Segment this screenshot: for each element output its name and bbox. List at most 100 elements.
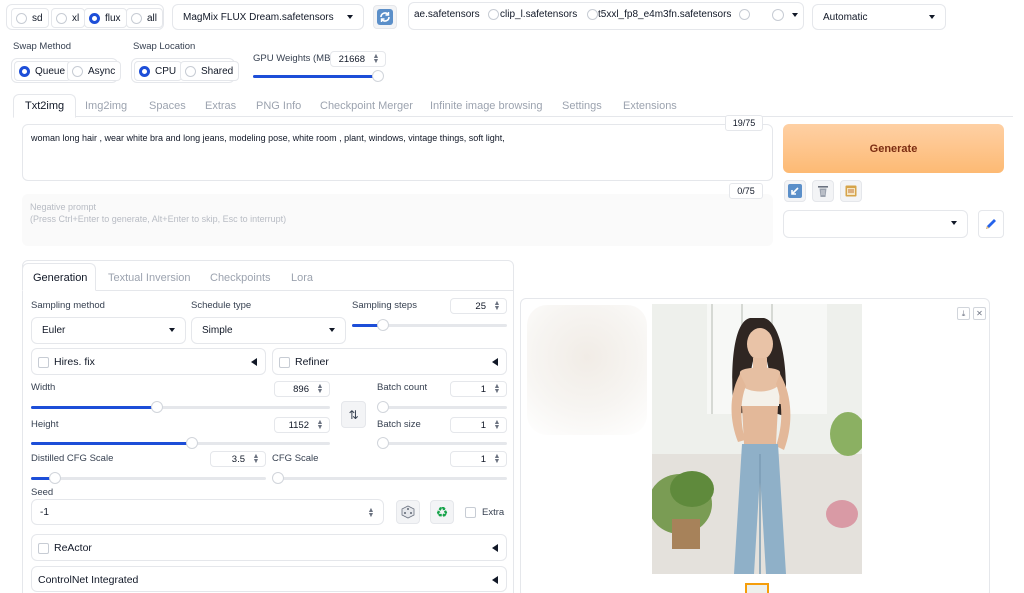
text-encoder-ae[interactable]: ae.safetensors	[414, 5, 504, 23]
tab-txt2img[interactable]: Txt2img	[25, 100, 64, 112]
stepper-icon: ▲ ▼	[372, 53, 380, 65]
swap-method-queue[interactable]: Queue	[14, 61, 72, 81]
cfg-scale-slider[interactable]	[272, 472, 507, 484]
controlnet-accordion[interactable]: ControlNet Integrated	[31, 566, 507, 592]
swap-method-async-label: Async	[88, 65, 116, 77]
clipboard-icon	[845, 185, 857, 197]
styles-button[interactable]	[840, 180, 862, 202]
model-type-xl[interactable]: xl	[51, 8, 86, 28]
model-type-flux[interactable]: flux	[84, 8, 127, 28]
cfg-scale-input[interactable]: 1 ▲ ▼	[450, 451, 507, 467]
batch-size-input[interactable]: 1 ▲ ▼	[450, 417, 507, 433]
close-image-button[interactable]: ✕	[973, 307, 986, 320]
width-slider[interactable]	[31, 401, 330, 413]
seed-label: Seed	[31, 487, 54, 498]
download-image-button[interactable]: ⤓	[957, 307, 970, 320]
refresh-checkpoint-button[interactable]	[373, 5, 397, 29]
vae-mode-value: Automatic	[823, 11, 868, 23]
sampling-steps-slider[interactable]	[352, 319, 507, 331]
clear-prompt-button[interactable]	[812, 180, 834, 202]
chevron-down-icon	[792, 13, 798, 17]
tab-spaces[interactable]: Spaces	[149, 100, 186, 112]
output-preview-blurred	[527, 305, 647, 435]
schedule-type-select[interactable]: Simple	[191, 317, 346, 344]
text-encoder-clip-remove[interactable]	[587, 8, 599, 20]
batch-count-slider[interactable]	[377, 401, 507, 413]
gpu-weights-slider[interactable]	[253, 70, 384, 82]
hires-fix-checkbox[interactable]	[38, 357, 49, 368]
refiner-accordion[interactable]: Refiner	[272, 348, 507, 375]
tab-generation[interactable]: Generation	[33, 272, 87, 284]
reactor-checkbox[interactable]	[38, 543, 49, 554]
dice-icon	[401, 505, 415, 519]
width-value: 896	[293, 383, 309, 395]
paste-params-button[interactable]	[784, 180, 806, 202]
tab-extensions[interactable]: Extensions	[623, 100, 677, 112]
text-encoder-ae-remove[interactable]	[487, 8, 499, 20]
sampling-steps-label: Sampling steps	[352, 300, 417, 311]
model-type-sd[interactable]: sd	[11, 8, 49, 28]
prompt-textarea[interactable]: woman long hair , wear white bra and lon…	[22, 124, 773, 181]
sampling-method-select[interactable]: Euler	[31, 317, 186, 344]
generated-image-photo	[652, 304, 862, 574]
styles-select[interactable]	[783, 210, 968, 238]
refiner-checkbox[interactable]	[279, 357, 290, 368]
swap-method-async[interactable]: Async	[67, 61, 122, 81]
distilled-cfg-slider-knob[interactable]	[48, 472, 61, 484]
width-slider-knob[interactable]	[150, 401, 163, 413]
distilled-cfg-slider[interactable]	[31, 472, 266, 484]
refiner-label: Refiner	[295, 356, 329, 368]
negative-prompt-textarea[interactable]: Negative prompt (Press Ctrl+Enter to gen…	[22, 194, 773, 246]
height-slider[interactable]	[31, 437, 330, 449]
height-input[interactable]: 1152 ▲ ▼	[274, 417, 330, 433]
generate-button[interactable]: Generate	[783, 124, 1004, 173]
width-input[interactable]: 896 ▲ ▼	[274, 381, 330, 397]
batch-count-slider-knob[interactable]	[377, 401, 389, 413]
swap-location-cpu[interactable]: CPU	[134, 61, 183, 81]
text-encoder-clip-label: clip_l.safetensors	[500, 8, 578, 20]
edit-styles-button[interactable]	[978, 210, 1004, 238]
text-encoder-t5[interactable]: t5xxl_fp8_e4m3fn.safetensors	[598, 5, 756, 23]
reuse-seed-button[interactable]: ♻	[430, 500, 454, 524]
text-encoder-dropdown[interactable]	[772, 8, 800, 22]
tab-img2img[interactable]: Img2img	[85, 100, 127, 112]
tab-infinite-image-browsing[interactable]: Infinite image browsing	[430, 100, 543, 112]
sampling-steps-slider-knob[interactable]	[377, 319, 389, 331]
prompt-token-counter: 19/75	[725, 115, 763, 131]
text-encoder-clip[interactable]: clip_l.safetensors	[500, 5, 604, 23]
radio-xl-dot	[56, 12, 67, 24]
gallery-thumbnail[interactable]	[745, 583, 769, 593]
model-type-all[interactable]: all	[126, 8, 164, 28]
model-type-all-label: all	[147, 12, 158, 24]
swap-location-shared[interactable]: Shared	[180, 61, 240, 81]
extra-seed-checkbox[interactable]	[465, 507, 476, 518]
tab-png-info[interactable]: PNG Info	[256, 100, 301, 112]
generated-image[interactable]	[652, 304, 862, 574]
cfg-scale-slider-knob[interactable]	[272, 472, 284, 484]
sampling-steps-input[interactable]: 25 ▲ ▼	[450, 298, 507, 314]
gpu-weights-input[interactable]: 21668 ▲ ▼	[330, 51, 386, 67]
tab-checkpoint-merger[interactable]: Checkpoint Merger	[320, 100, 413, 112]
height-slider-fill	[31, 442, 193, 445]
batch-count-input[interactable]: 1 ▲ ▼	[450, 381, 507, 397]
batch-size-slider-knob[interactable]	[377, 437, 389, 449]
distilled-cfg-input[interactable]: 3.5 ▲ ▼	[210, 451, 266, 467]
swap-dimensions-button[interactable]: ⇅	[341, 401, 366, 428]
tab-lora[interactable]: Lora	[291, 272, 313, 284]
random-seed-button[interactable]	[396, 500, 420, 524]
reactor-accordion[interactable]: ReActor	[31, 534, 507, 561]
seed-input[interactable]: -1 ▲ ▼	[31, 499, 384, 525]
gpu-weights-slider-knob[interactable]	[371, 70, 384, 82]
stepper-icon: ▲ ▼	[252, 453, 260, 465]
vae-mode-select[interactable]: Automatic	[812, 4, 946, 30]
tab-checkpoints[interactable]: Checkpoints	[210, 272, 271, 284]
tab-extras[interactable]: Extras	[205, 100, 236, 112]
tab-settings[interactable]: Settings	[562, 100, 602, 112]
checkpoint-select[interactable]: MagMix FLUX Dream.safetensors	[172, 4, 364, 30]
collapse-left-icon	[251, 358, 257, 366]
hires-fix-accordion[interactable]: Hires. fix	[31, 348, 266, 375]
text-encoder-t5-remove[interactable]	[739, 8, 751, 20]
batch-size-slider[interactable]	[377, 437, 507, 449]
tab-textual-inversion[interactable]: Textual Inversion	[108, 272, 191, 284]
paste-icon	[788, 184, 802, 198]
